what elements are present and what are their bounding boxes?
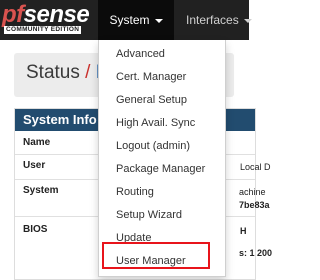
menu-item-routing[interactable]: Routing <box>99 182 225 203</box>
menu-item-cert-manager[interactable]: Cert. Manager <box>99 67 225 88</box>
breadcrumb-separator: / <box>85 62 91 83</box>
page-title: Status / D <box>26 62 109 84</box>
row-label-user: User <box>23 160 46 171</box>
menu-item-label: High Avail. Sync <box>116 117 196 129</box>
panel-title: System Info <box>23 112 97 127</box>
menu-item-label: Logout (admin) <box>116 140 190 152</box>
nav-system-label: System <box>109 13 150 27</box>
caret-down-icon <box>154 18 163 23</box>
row-value-bios-date: s: 1 200 <box>239 248 273 258</box>
menu-item-label: Routing <box>116 186 154 198</box>
pfsense-logo[interactable]: pfsense COMMUNITY EDITION <box>2 1 94 36</box>
logo-sense: sense <box>23 1 90 28</box>
nav-interfaces-label: Interfaces <box>186 13 239 27</box>
row-label-system: System <box>23 185 59 196</box>
menu-item-advanced[interactable]: Advanced <box>99 44 225 65</box>
row-label-name: Name <box>23 137 51 148</box>
menu-item-label: Cert. Manager <box>116 71 187 83</box>
logo-pf: pf <box>2 1 24 28</box>
top-navbar: pfsense COMMUNITY EDITION System Interfa… <box>0 0 252 40</box>
menu-item-general-setup[interactable]: General Setup <box>99 90 225 111</box>
menu-item-label: Package Manager <box>116 163 206 175</box>
menu-item-label: Advanced <box>116 48 165 60</box>
menu-item-high-avail-sync[interactable]: High Avail. Sync <box>99 113 225 134</box>
row-label-bios: BIOS <box>23 224 48 235</box>
logo-subtitle: COMMUNITY EDITION <box>4 26 82 34</box>
row-value-system-id: 7be83a <box>239 200 270 210</box>
breadcrumb-title: Status <box>26 62 80 83</box>
menu-item-label: Setup Wizard <box>116 209 183 221</box>
highlight-box <box>102 242 210 269</box>
menu-item-logout[interactable]: Logout (admin) <box>99 136 225 157</box>
row-value-bios: H <box>240 226 247 236</box>
caret-down-icon <box>243 18 252 23</box>
menu-item-package-manager[interactable]: Package Manager <box>99 159 225 180</box>
row-value-user: Local D <box>240 162 271 172</box>
logo-wordmark: pfsense <box>2 1 90 28</box>
nav-interfaces-menu[interactable]: Interfaces <box>186 0 252 40</box>
nav-system-menu[interactable]: System <box>98 0 174 40</box>
row-value-system: achine <box>239 187 266 197</box>
menu-item-setup-wizard[interactable]: Setup Wizard <box>99 205 225 226</box>
menu-item-label: General Setup <box>116 94 187 106</box>
